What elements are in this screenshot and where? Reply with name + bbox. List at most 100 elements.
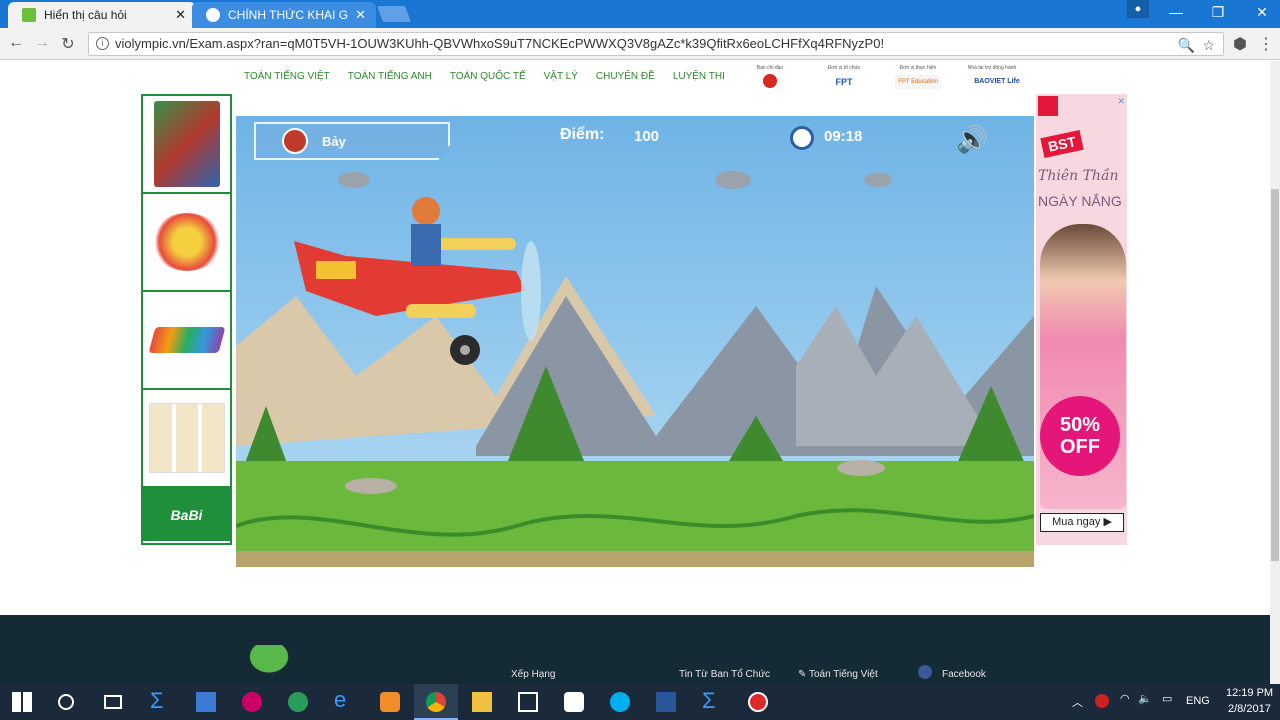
tab-active[interactable]: Hiển thị câu hỏi ✕ [8,2,196,28]
nav-chuyen-de[interactable]: CHUYÊN ĐỀ [596,71,655,82]
profile-icon[interactable]: ● [1127,0,1149,18]
tab-close-icon[interactable]: ✕ [355,7,366,23]
mua-ngay-button[interactable]: Mua ngay ▶ [1040,513,1124,532]
restore-icon[interactable]: ❐ [1208,4,1228,21]
url-text: violympic.vn/Exam.aspx?ran=qM0T5VH-1OUW3… [115,36,885,51]
language-indicator[interactable]: ENG [1186,695,1210,707]
task-view-icon[interactable] [104,695,122,709]
cortana-icon[interactable] [58,694,74,710]
player-avatar-icon [282,128,308,154]
nav-luyen-thi[interactable]: LUYỆN THI [673,71,725,82]
store-icon[interactable] [518,692,538,712]
ad-title-1: Thiên Thần [1038,168,1119,184]
nav-vat-ly[interactable]: VẬT LÝ [544,71,578,82]
player-name: Bảy [322,134,346,149]
sponsor-strip: Ban chỉ đạo Đơn vị tổ chức FPT Đơn vị th… [740,65,1022,93]
notification-icon[interactable]: ▭ [1162,692,1172,705]
record-icon[interactable] [748,692,768,712]
windows-start-icon[interactable] [12,692,32,712]
footer-link-facebook[interactable]: Facebook [942,669,986,680]
clock-date[interactable]: 2/8/2017 [1228,703,1271,715]
sponsor-to-chuc: Đơn vị tổ chức FPT [814,65,874,93]
site-footer: Xếp Hạng Tin Từ Ban Tổ Chức ✎ Toán Tiếng… [0,615,1270,684]
facebook-icon[interactable] [918,665,932,679]
chrome-icon [426,692,446,712]
ad-toy-box[interactable] [143,96,230,194]
ad-bst-label: BST [1040,130,1084,158]
paint-icon[interactable] [242,692,262,712]
tray-chevron-icon[interactable]: ︿ [1072,694,1083,710]
tab-strip: Hiển thị câu hỏi ✕ CHÍNH THỨC KHAI GIẢNG… [0,0,1280,28]
site-favicon-icon [22,8,36,22]
close-window-icon[interactable]: ✕ [1252,4,1272,21]
edge-icon[interactable]: e [334,687,354,712]
game-canvas[interactable]: Bảy Điểm: 100 09:18 🔊 [236,116,1034,567]
word-icon[interactable] [656,692,676,712]
extension-icon[interactable]: ⬢ [1230,34,1250,54]
rock-left [345,478,397,494]
address-bar[interactable]: i violympic.vn/Exam.aspx?ran=qM0T5VH-1OU… [88,32,1224,56]
pilot-head [412,197,440,225]
sound-icon[interactable]: 🔊 [956,124,988,155]
clock-time[interactable]: 12:19 PM [1226,687,1273,699]
sponsor-dong-hanh: Nhà tài trợ đồng hành BAOVIET Life [962,65,1022,93]
baoviet-logo: BAOVIET Life [974,78,1020,85]
nav-toan-tieng-viet[interactable]: TOÁN TIẾNG VIỆT [244,71,330,82]
game-scene[interactable] [236,116,1034,567]
timer: 09:18 [824,128,863,145]
sponsor-ban-chi-dao: Ban chỉ đạo [740,65,800,93]
back-icon[interactable]: ← [6,34,26,52]
tab-title: CHÍNH THỨC KHAI GIẢNG [228,8,348,22]
page-content: TOÁN TIẾNG VIỆT TOÁN TIẾNG ANH TOÁN QUỐC… [0,61,1270,684]
ad-cards[interactable] [143,390,230,488]
minimize-icon[interactable]: — [1166,4,1186,20]
fpt-education-logo: FPT Education [895,75,941,89]
right-ad[interactable]: ✕ BST Thiên Thần NGÀY NẮNG 50% OFF Mua n… [1036,94,1127,545]
ad-fishing-toy[interactable] [143,194,230,292]
footer-link-toan-tieng-viet[interactable]: ✎ Toán Tiếng Việt [798,669,878,680]
footer-link-xep-hang[interactable]: Xếp Hạng [511,669,555,680]
ad-xylophone[interactable] [143,292,230,390]
tab-close-icon[interactable]: ✕ [175,7,186,23]
wifi-icon[interactable]: ◠ [1120,692,1130,705]
reload-icon[interactable]: ↻ [58,34,78,54]
nav-toan-tieng-anh[interactable]: TOÁN TIẾNG ANH [348,71,432,82]
file-explorer-icon[interactable] [472,692,492,712]
site-info-icon[interactable]: i [96,37,109,50]
coccoc-icon[interactable] [380,692,400,712]
wordpress-icon [206,8,220,22]
zoom-icon[interactable]: 🔍 [1178,34,1195,56]
chrome-taskbar-active[interactable] [414,684,458,720]
babi-logo: BaBi [143,488,230,541]
new-tab-button[interactable] [377,6,411,22]
brand-badge-icon [1038,96,1058,116]
main-nav: TOÁN TIẾNG VIỆT TOÁN TIẾNG ANH TOÁN QUỐC… [244,71,725,82]
ad-close-icon[interactable]: ✕ [1117,96,1125,107]
dirt-strip [236,551,1034,567]
skype-icon[interactable] [610,692,630,712]
sigma-app-icon[interactable]: Σ [150,688,170,713]
rock-right [837,460,885,476]
sponsor-thuc-hien: Đơn vị thực hiện FPT Education [888,65,948,93]
bookmark-star-icon[interactable]: ☆ [1202,34,1215,56]
forward-icon[interactable]: → [32,34,52,52]
scrollbar-thumb[interactable] [1271,189,1279,561]
footer-logo [236,645,302,684]
propeller [521,241,541,341]
tab-inactive[interactable]: CHÍNH THỨC KHAI GIẢNG ✕ [192,2,376,28]
nav-toan-quoc-te[interactable]: TOÁN QUỐC TẾ [450,71,526,82]
emblem-icon [763,74,777,88]
footer-link-tin-tuc[interactable]: Tin Từ Ban Tổ Chức [679,669,770,680]
tray-app-icon[interactable] [1095,694,1109,708]
score-value: 100 [634,128,660,145]
sigma-app-2-icon[interactable]: Σ [702,688,722,713]
app-window-icon[interactable] [196,692,216,712]
menu-icon[interactable]: ⋮ [1256,34,1276,54]
windows-taskbar: Σ e Σ ︿ ◠ 🔈 ▭ ENG 12:19 PM 2/8/2017 [0,684,1280,720]
volume-icon[interactable]: 🔈 [1138,692,1152,705]
page-scrollbar[interactable] [1270,61,1280,684]
globe-app-icon[interactable] [288,692,308,712]
left-ad-column[interactable]: BaBi [141,94,232,545]
app-dark-icon[interactable] [564,692,584,712]
player-name-panel: Bảy [254,122,450,160]
